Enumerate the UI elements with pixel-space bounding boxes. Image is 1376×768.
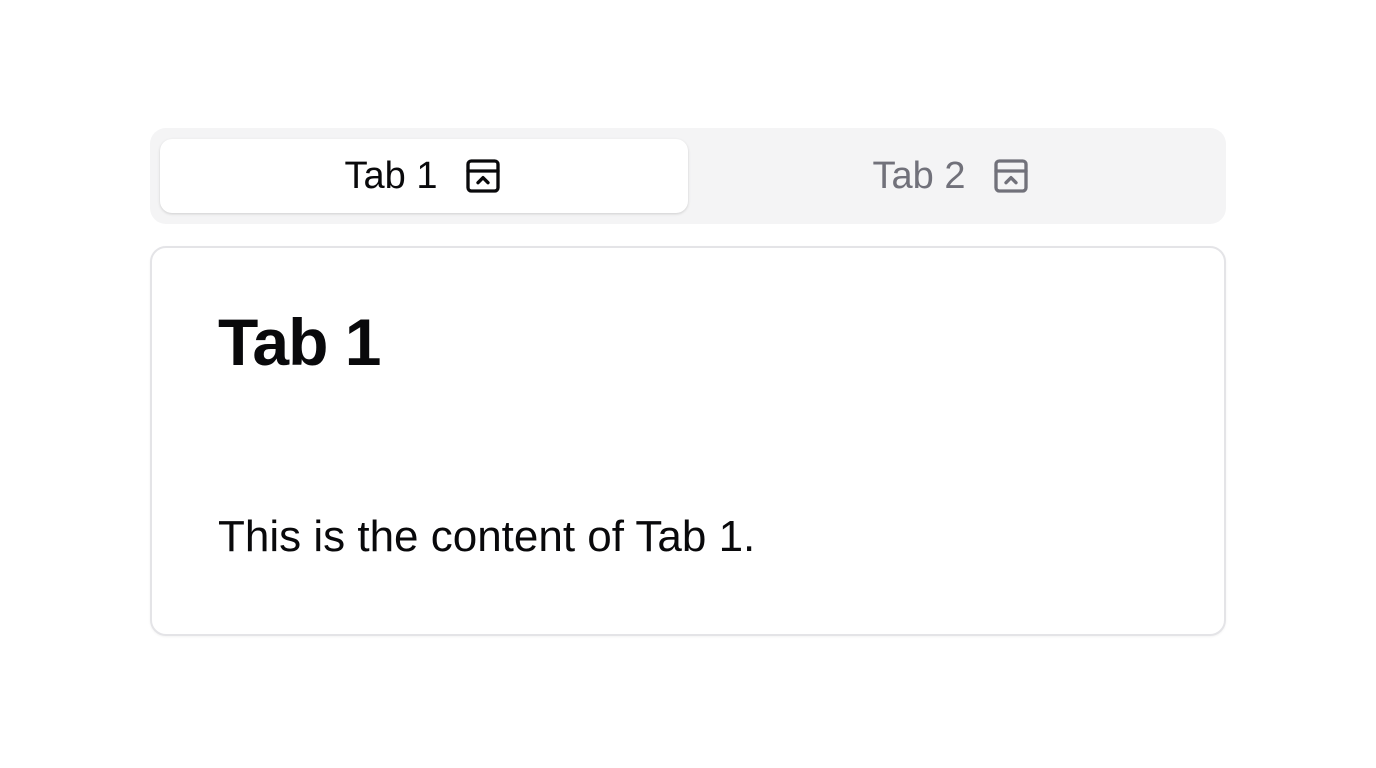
panel-top-icon <box>463 156 503 196</box>
tab-2[interactable]: Tab 2 <box>688 139 1216 213</box>
panel-top-icon <box>991 156 1031 196</box>
tab-panel: Tab 1 This is the content of Tab 1. <box>150 246 1226 636</box>
panel-content: This is the content of Tab 1. <box>218 512 756 561</box>
tab-1-label: Tab 1 <box>344 154 438 197</box>
tab-list: Tab 1 Tab 2 <box>150 128 1226 224</box>
tabs-container: Tab 1 Tab 2 Tab 1 This is the content of… <box>150 128 1226 636</box>
tab-2-label: Tab 2 <box>872 154 966 197</box>
panel-title: Tab 1 <box>218 305 381 379</box>
tab-1[interactable]: Tab 1 <box>160 139 688 213</box>
